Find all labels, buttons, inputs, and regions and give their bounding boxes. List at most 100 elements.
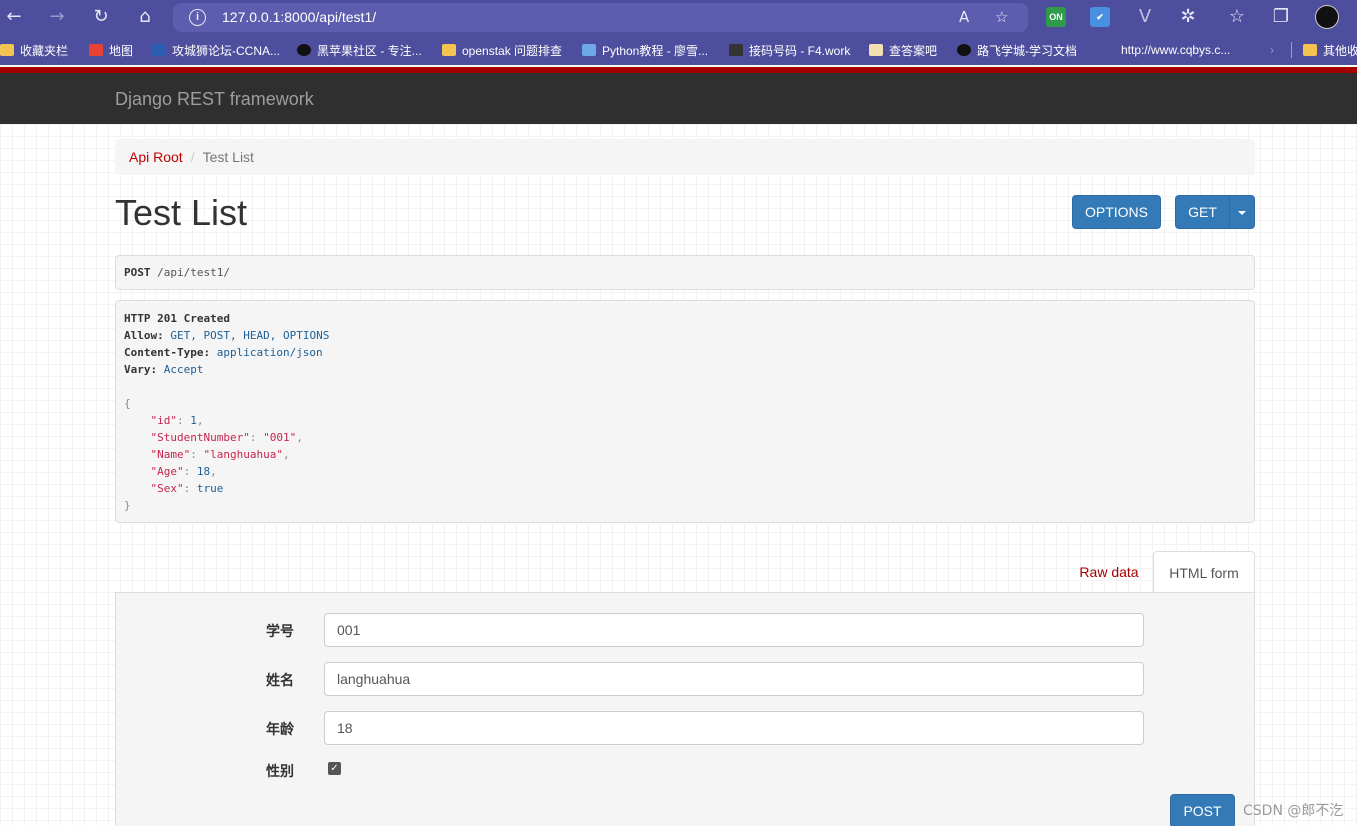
collections-icon[interactable]: ❐ bbox=[1269, 5, 1293, 29]
bookmark-label: 接码号码 - F4.work bbox=[749, 43, 851, 58]
bookmark-map[interactable]: 地图 bbox=[89, 42, 133, 58]
page-title: Test List bbox=[115, 192, 248, 233]
chevron-right-icon[interactable]: › bbox=[1270, 42, 1274, 58]
navbar: Django REST framework bbox=[0, 73, 1357, 124]
bookmark-ccna[interactable]: 攻城狮论坛-CCNA... bbox=[152, 42, 280, 58]
form-tabs: Raw data HTML form bbox=[115, 551, 1255, 594]
tab-raw-data[interactable]: Raw data bbox=[1065, 551, 1153, 593]
apple-icon bbox=[297, 44, 311, 56]
tab-html-form[interactable]: HTML form bbox=[1153, 551, 1255, 594]
url-text[interactable]: 127.0.0.1:8000/api/test1/ bbox=[222, 9, 376, 25]
request-method: POST bbox=[124, 266, 151, 279]
response-info: HTTP 201 Created Allow: GET, POST, HEAD,… bbox=[115, 300, 1255, 523]
json-key: "Age" bbox=[150, 465, 184, 478]
json-key: "StudentNumber" bbox=[150, 431, 250, 444]
breadcrumb-separator: / bbox=[190, 149, 195, 165]
post-button[interactable]: POST bbox=[1170, 794, 1235, 826]
luffy-icon bbox=[957, 44, 971, 56]
sex-checkbox[interactable]: ✓ bbox=[328, 762, 341, 775]
json-comma: , bbox=[210, 465, 217, 478]
json-key: "Sex" bbox=[150, 482, 184, 495]
bookmark-label: 攻城狮论坛-CCNA... bbox=[172, 43, 281, 58]
html-form: 学号 001 姓名 langhuahua 年龄 18 性别 ✓ bbox=[115, 592, 1255, 826]
json-value: "langhuahua" bbox=[203, 448, 283, 461]
header-value: Accept bbox=[163, 363, 204, 376]
folder-icon bbox=[1303, 44, 1317, 56]
json-close-brace: } bbox=[124, 499, 131, 512]
json-comma: , bbox=[282, 448, 290, 461]
name-input[interactable]: langhuahua bbox=[324, 662, 1144, 696]
bookmarks-bar: 收藏夹栏 地图 攻城狮论坛-CCNA... 黑苹果社区 - 专注... open… bbox=[0, 35, 1357, 65]
folder-icon bbox=[0, 44, 14, 56]
info-icon[interactable]: i bbox=[189, 9, 206, 26]
read-aloud-icon[interactable]: A bbox=[959, 8, 969, 26]
breadcrumb-api-root[interactable]: Api Root bbox=[129, 149, 183, 165]
add-favorite-icon[interactable]: ☆ bbox=[995, 8, 1008, 26]
json-value: 18 bbox=[196, 465, 211, 478]
bookmark-label: 收藏夹栏 bbox=[20, 43, 69, 58]
get-button[interactable]: GET bbox=[1175, 195, 1230, 229]
extensions-icon[interactable]: ✲ bbox=[1176, 5, 1200, 29]
search-icon bbox=[869, 44, 883, 56]
options-button[interactable]: OPTIONS bbox=[1072, 195, 1161, 229]
extension-on-icon[interactable]: ON bbox=[1046, 7, 1066, 27]
bookmark-label: 地图 bbox=[109, 43, 134, 58]
json-key: "id" bbox=[150, 414, 178, 427]
forward-arrow-icon[interactable]: → bbox=[45, 5, 69, 29]
bookmark-cqbys[interactable]: http://www.cqbys.c... bbox=[1121, 42, 1230, 58]
bookmark-label: 黑苹果社区 - 专注... bbox=[317, 43, 422, 58]
bookmark-hackintosh[interactable]: 黑苹果社区 - 专注... bbox=[297, 42, 422, 58]
bookmark-f4work[interactable]: 接码号码 - F4.work bbox=[729, 42, 850, 58]
browser-toolbar: ← → ↻ ⌂ i 127.0.0.1:8000/api/test1/ A ☆ … bbox=[0, 0, 1357, 35]
profile-avatar[interactable] bbox=[1315, 5, 1339, 29]
get-format-dropdown[interactable] bbox=[1229, 195, 1255, 229]
breadcrumb-current: Test List bbox=[202, 149, 254, 165]
home-icon[interactable]: ⌂ bbox=[133, 5, 157, 29]
request-info: POST /api/test1/ bbox=[115, 255, 1255, 290]
extension-check-icon[interactable]: ✔ bbox=[1090, 7, 1110, 27]
bookmark-label: http://www.cqbys.c... bbox=[1121, 43, 1231, 57]
caret-down-icon bbox=[1238, 211, 1246, 215]
bookmark-label: 其他收 bbox=[1323, 43, 1357, 58]
json-value: 1 bbox=[190, 414, 197, 427]
age-label: 年龄 bbox=[266, 722, 294, 738]
json-open-brace: { bbox=[124, 397, 131, 410]
student-number-input[interactable]: 001 bbox=[324, 613, 1144, 647]
vue-devtools-icon[interactable]: V bbox=[1133, 5, 1157, 29]
brand-link[interactable]: Django REST framework bbox=[115, 89, 314, 110]
sex-label: 性别 bbox=[266, 764, 294, 780]
header-name: Allow: bbox=[124, 329, 164, 342]
site-icon bbox=[729, 44, 743, 56]
bookmark-favorites-folder[interactable]: 收藏夹栏 bbox=[0, 42, 68, 58]
bookmark-other-folder[interactable]: 其他收 bbox=[1303, 42, 1357, 58]
bookmark-label: 路飞学城-学习文档 bbox=[977, 43, 1077, 58]
refresh-icon[interactable]: ↻ bbox=[89, 5, 113, 29]
back-arrow-icon[interactable]: ← bbox=[2, 5, 26, 29]
bookmark-answers[interactable]: 查答案吧 bbox=[869, 42, 937, 58]
bookmark-label: 查答案吧 bbox=[889, 43, 938, 58]
bookmark-label: openstak 问题排查 bbox=[462, 43, 563, 58]
bookmarks-divider bbox=[1291, 42, 1292, 58]
favorites-icon[interactable]: ☆ bbox=[1225, 5, 1249, 29]
extension-on-label: ON bbox=[1049, 12, 1063, 22]
folder-icon bbox=[442, 44, 456, 56]
header-value: application/json bbox=[216, 346, 323, 359]
json-key: "Name" bbox=[150, 448, 191, 461]
header-value: GET, POST, HEAD, OPTIONS bbox=[170, 329, 330, 342]
json-comma: , bbox=[296, 431, 303, 444]
address-bar[interactable]: i 127.0.0.1:8000/api/test1/ A ☆ bbox=[173, 3, 1028, 32]
bookmark-label: Python教程 - 廖雪... bbox=[602, 43, 709, 58]
watermark: CSDN @郎不汔 bbox=[1243, 803, 1344, 819]
bookmark-luffy[interactable]: 路飞学城-学习文档 bbox=[957, 42, 1077, 58]
header-name: Content-Type: bbox=[124, 346, 211, 359]
plane-icon bbox=[582, 44, 596, 56]
site-icon bbox=[152, 44, 166, 56]
map-icon bbox=[89, 44, 103, 56]
student-number-label: 学号 bbox=[266, 624, 294, 640]
json-value: "001" bbox=[263, 431, 297, 444]
json-value: true bbox=[196, 482, 224, 495]
age-input[interactable]: 18 bbox=[324, 711, 1144, 745]
bookmark-python[interactable]: Python教程 - 廖雪... bbox=[582, 42, 708, 58]
response-status: HTTP 201 Created bbox=[124, 312, 230, 325]
bookmark-openstack[interactable]: openstak 问题排查 bbox=[442, 42, 562, 58]
